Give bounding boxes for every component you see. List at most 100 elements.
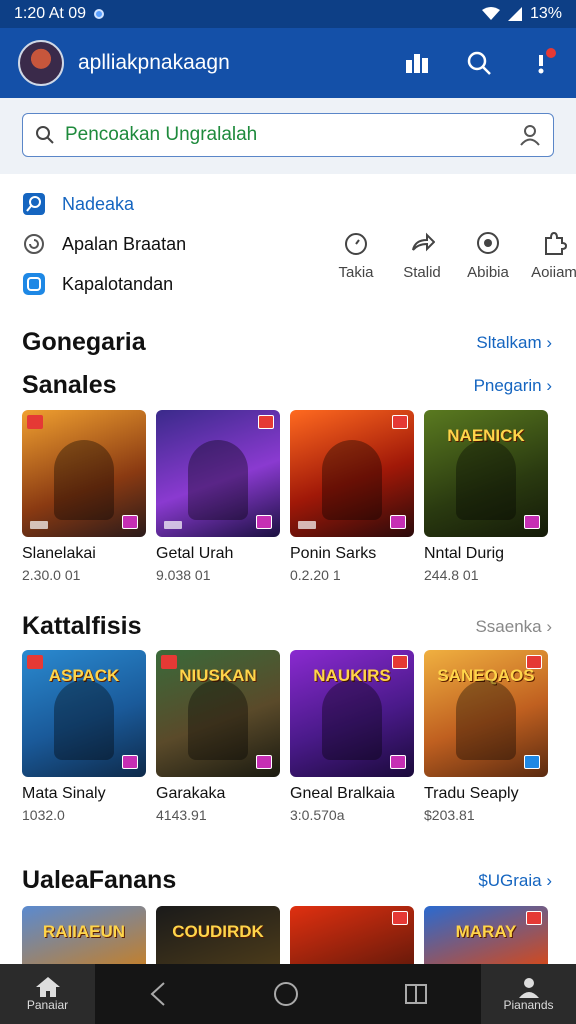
game-card[interactable]: NIUSKAN Garakaka 4143.91	[156, 650, 280, 823]
game-card[interactable]: NAENICK Nntal Durig 244.8 01	[424, 410, 548, 583]
game-card[interactable]: SANEQAOS Tradu Seaply $203.81	[424, 650, 548, 823]
status-time: 1:20 At 09	[14, 5, 87, 22]
game-card[interactable]: Slanelakai 2.30.0 01	[22, 410, 146, 583]
section-header-sanales: Sanales Pnegarin ›	[22, 371, 552, 400]
avatar[interactable]	[18, 40, 64, 86]
game-thumbnail	[22, 410, 146, 537]
section-header-gonegaria: Gonegaria Sltalkam ›	[22, 328, 552, 357]
corner-badge-icon	[256, 755, 272, 769]
tab-profile[interactable]: Pianands	[481, 964, 576, 1024]
puzzle-icon	[539, 228, 569, 258]
menu-item-kapalotandan[interactable]: Kapalotandan	[22, 264, 186, 304]
hot-tag-icon	[27, 415, 43, 429]
recents-icon[interactable]	[404, 983, 428, 1005]
quick-label: Abibia	[467, 264, 509, 281]
profile-icon[interactable]	[519, 124, 541, 146]
corner-badge-icon	[122, 755, 138, 769]
refresh-icon	[22, 232, 46, 256]
tab-home[interactable]: Panaiar	[0, 964, 95, 1024]
hot-tag-icon	[392, 415, 408, 429]
tab-label: Panaiar	[26, 998, 69, 1012]
tab-label: Pianands	[503, 998, 554, 1012]
rating-badge	[30, 521, 48, 529]
quick-action-stalid[interactable]: Stalid	[396, 228, 448, 281]
quick-action-aoiiam[interactable]: Aoiiam	[528, 228, 576, 281]
see-more-link[interactable]: $UGraia ›	[478, 871, 552, 891]
character-art	[456, 680, 516, 760]
notification-icon[interactable]	[524, 46, 558, 80]
game-name: Garakaka	[156, 785, 226, 802]
character-art	[188, 440, 248, 520]
game-thumbnail	[290, 410, 414, 537]
menu-item-apalan[interactable]: Apalan Braatan	[22, 224, 186, 264]
back-icon[interactable]	[148, 981, 168, 1007]
game-thumbnail: ASPACK	[22, 650, 146, 777]
game-thumbnail: NAENICK	[424, 410, 548, 537]
section-title: Sanales	[22, 371, 117, 399]
game-name: Tradu Seaply	[424, 785, 519, 802]
quick-label: Aoiiam	[531, 264, 576, 281]
badge-icon	[473, 228, 503, 258]
game-card[interactable]: Ponin Sarks 0.2.20 1	[290, 410, 414, 583]
character-art	[322, 440, 382, 520]
game-name: Getal Urah	[156, 545, 234, 562]
rating-badge	[164, 521, 182, 529]
app-notification-icon	[94, 9, 105, 19]
notification-dot-icon	[546, 48, 556, 58]
game-thumbnail	[156, 410, 280, 537]
game-meta: 2.30.0 01	[22, 567, 81, 583]
status-bar: 1:20 At 09 13%	[0, 0, 576, 28]
game-meta: $203.81	[424, 807, 475, 823]
character-art	[54, 440, 114, 520]
app-tile-icon	[22, 272, 46, 296]
section-title: UaleaFanans	[22, 866, 177, 894]
character-art	[188, 680, 248, 760]
see-more-link[interactable]: Sltalkam ›	[476, 333, 552, 353]
game-meta: 4143.91	[156, 807, 207, 823]
game-meta: 0.2.20 1	[290, 567, 341, 583]
signal-icon	[507, 7, 522, 21]
section-header-kattalfisis: Kattalfisis Ssaenka ›	[22, 612, 552, 641]
battery-text: 13%	[529, 5, 562, 22]
game-name: Slanelakai	[22, 545, 96, 562]
game-card[interactable]: Getal Urah 9.038 01	[156, 410, 280, 583]
game-banner-title: COUDIRDK	[172, 922, 264, 941]
game-name: Mata Sinaly	[22, 785, 106, 802]
see-more-link[interactable]: Ssaenka ›	[475, 617, 552, 637]
quick-action-abibia[interactable]: Abibia	[462, 228, 514, 281]
search-value: Pencoakan Ungralalah	[65, 124, 258, 145]
game-meta: 3:0.570a	[290, 807, 345, 823]
app-bar: aplliakpnakaagn	[0, 28, 576, 98]
navigation-bar: Panaiar Pianands	[0, 964, 576, 1024]
home-icon	[35, 977, 60, 997]
home-circle-icon[interactable]	[273, 981, 299, 1007]
game-banner-title: MARAY	[455, 922, 517, 941]
person-icon	[518, 978, 539, 998]
quick-action-takia[interactable]: Takia	[330, 228, 382, 281]
menu-label: Apalan Braatan	[62, 233, 187, 254]
game-row-sanales: Slanelakai 2.30.0 01 Getal Urah 9.038 01…	[22, 410, 548, 583]
game-meta: 9.038 01	[156, 567, 211, 583]
game-banner-title: RAIIAEUN	[42, 922, 126, 941]
menu-item-nadeaka[interactable]: Nadeaka	[22, 184, 186, 224]
section-header-ualeafanans: UaleaFanans $UGraia ›	[22, 866, 552, 895]
game-card[interactable]: NAUKIRS Gneal Bralkaia 3:0.570a	[290, 650, 414, 823]
hot-tag-icon	[392, 911, 408, 925]
app-title: aplliakpnakaagn	[78, 51, 230, 74]
quick-actions: Takia Stalid Abibia Aoiiam	[330, 228, 576, 281]
play-badge-icon	[524, 755, 540, 769]
game-card[interactable]: ASPACK Mata Sinaly 1032.0	[22, 650, 146, 823]
search-field-icon	[36, 126, 54, 144]
search-input[interactable]: Pencoakan Ungralalah	[22, 113, 554, 157]
chart-icon[interactable]	[400, 46, 434, 80]
see-more-link[interactable]: Pnegarin ›	[474, 376, 552, 396]
corner-badge-icon	[256, 515, 272, 529]
corner-badge-icon	[122, 515, 138, 529]
share-icon	[407, 228, 437, 258]
character-art	[456, 440, 516, 520]
hot-tag-icon	[258, 415, 274, 429]
game-thumbnail: NIUSKAN	[156, 650, 280, 777]
search-icon[interactable]	[462, 46, 496, 80]
menu-label: Kapalotandan	[62, 273, 174, 294]
quick-label: Takia	[338, 264, 374, 281]
